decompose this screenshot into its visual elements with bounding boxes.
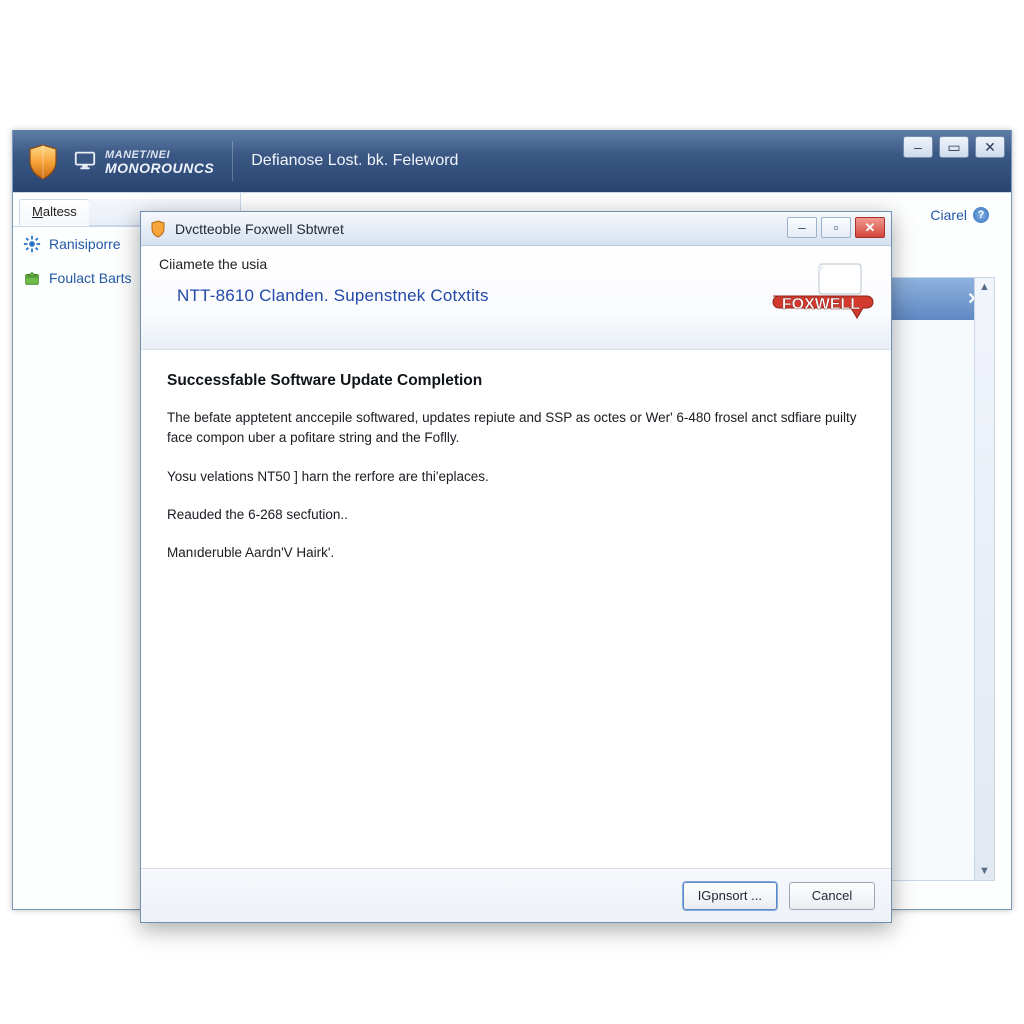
dialog-minimize-button[interactable]: –: [787, 217, 817, 238]
sidebar-tab[interactable]: Maltess: [19, 199, 90, 226]
scroll-up-icon: ▲: [979, 281, 990, 293]
package-icon: [23, 269, 41, 287]
help-icon: ?: [973, 207, 989, 223]
dialog-title: Dvctteoble Foxwell Sbtwret: [175, 221, 344, 237]
main-window-title: Defianose Lost. bk. Feleword: [251, 152, 458, 170]
dialog-paragraph: Yosu velations NT50 ] harn the rerfore a…: [167, 467, 865, 487]
main-titlebar: MANET/NEI MONOROUNCS Defianose Lost. bk.…: [13, 130, 1011, 192]
button-label: IGpnsort ...: [698, 888, 762, 903]
dialog-maximize-button[interactable]: ▫: [821, 217, 851, 238]
brand-text: MANET/NEI MONOROUNCS: [105, 148, 214, 175]
window-controls: – ▭ ✕: [903, 136, 1005, 158]
gear-icon: [23, 235, 41, 253]
help-label: Ciarel: [930, 207, 967, 223]
sidebar-item-label: Foulact Barts: [49, 270, 131, 286]
brand-line1: MANET/NEI: [105, 149, 170, 161]
dialog-paragraph: The befate apptetent anccepile softwared…: [167, 408, 865, 449]
dialog-body: Successfable Software Update Completion …: [141, 350, 891, 868]
dialog-body-heading: Successfable Software Update Completion: [167, 372, 865, 390]
dialog-subheading: Ciiamete the usia: [159, 256, 873, 272]
close-icon: ✕: [865, 220, 876, 236]
maximize-icon: ▫: [834, 220, 839, 235]
minimize-button[interactable]: –: [903, 136, 933, 158]
sidebar-item-label: Ranisiporre: [49, 236, 121, 252]
app-shield-icon: [23, 141, 63, 181]
dialog-app-icon: [149, 220, 167, 238]
dialog-close-button[interactable]: ✕: [855, 217, 885, 238]
maximize-button[interactable]: ▭: [939, 136, 969, 158]
dialog-paragraph: Manıderuble Aardn'V Hairk'.: [167, 543, 865, 563]
minimize-icon: –: [914, 140, 922, 154]
dialog-titlebar: Dvctteoble Foxwell Sbtwret – ▫ ✕: [141, 212, 891, 246]
update-dialog: Dvctteoble Foxwell Sbtwret – ▫ ✕ Ciiamet…: [140, 211, 892, 923]
dialog-header: Ciiamete the usia NTT-8610 Clanden. Supe…: [141, 246, 891, 350]
sidebar-tab-label: M: [32, 204, 43, 219]
maximize-icon: ▭: [947, 140, 960, 154]
right-panel-scrollbar[interactable]: ▲ ▼: [974, 278, 994, 880]
logo-text: FOXWELL: [782, 296, 860, 313]
foxwell-logo-icon: FOXWELL: [769, 262, 875, 334]
dialog-cancel-button[interactable]: Cancel: [789, 882, 875, 910]
close-button[interactable]: ✕: [975, 136, 1005, 158]
scroll-down-icon: ▼: [979, 865, 990, 877]
dialog-primary-button[interactable]: IGpnsort ...: [683, 882, 777, 910]
dialog-paragraph: Reauded the 6-268 secfution..: [167, 505, 865, 525]
close-icon: ✕: [984, 140, 996, 154]
dialog-footer: IGpnsort ... Cancel: [141, 868, 891, 922]
brand-line2: MONOROUNCS: [105, 160, 214, 176]
button-label: Cancel: [812, 888, 852, 903]
titlebar-divider: [232, 141, 233, 181]
minimize-icon: –: [798, 220, 805, 235]
help-link[interactable]: Ciarel ?: [930, 207, 989, 223]
dialog-window-controls: – ▫ ✕: [787, 217, 885, 238]
brand-monitor-icon: [73, 148, 97, 175]
